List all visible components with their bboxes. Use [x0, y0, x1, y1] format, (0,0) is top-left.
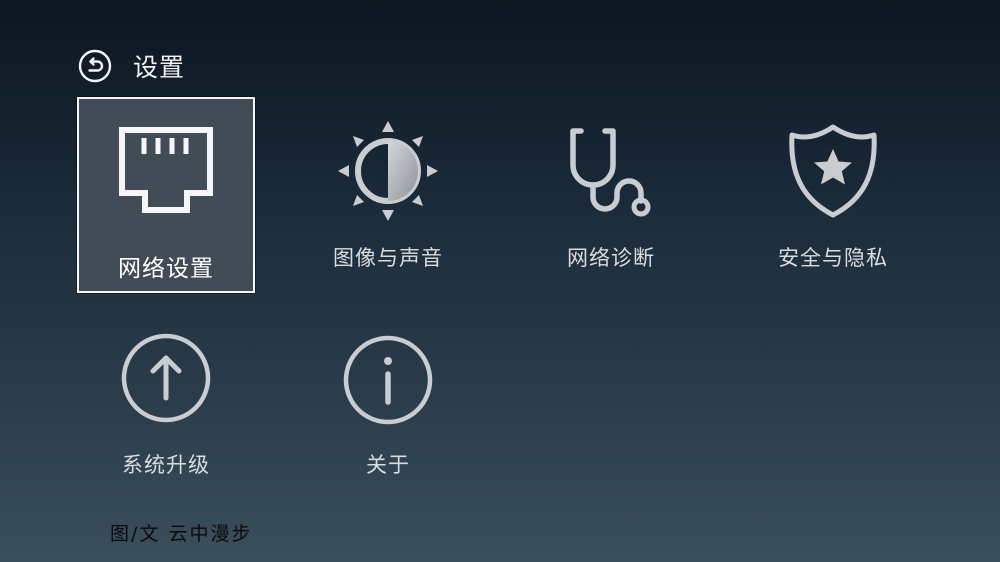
tile-label: 网络诊断 [567, 246, 655, 270]
tile-about[interactable]: 关于 [299, 306, 477, 502]
info-icon [343, 335, 433, 425]
shield-star-icon [789, 124, 877, 218]
header: 设置 [78, 48, 185, 84]
tile-system-upgrade[interactable]: 系统升级 [77, 306, 255, 502]
tile-label: 网络设置 [118, 256, 214, 282]
watermark-caption: 图/文 云中漫步 [110, 523, 253, 545]
upgrade-arrow-icon [121, 333, 211, 423]
tile-label: 图像与声音 [333, 246, 443, 270]
tile-label: 安全与隐私 [778, 246, 888, 270]
tile-label: 关于 [366, 453, 410, 477]
tile-label: 系统升级 [122, 453, 210, 477]
tile-security-privacy[interactable]: 安全与隐私 [744, 97, 922, 293]
page-title: 设置 [133, 53, 186, 82]
brightness-icon [338, 121, 438, 221]
tile-network-diagnosis[interactable]: 网络诊断 [522, 97, 700, 293]
stethoscope-icon [570, 128, 651, 217]
ethernet-port-icon [119, 127, 213, 213]
tile-network-settings[interactable]: 网络设置 [77, 97, 255, 293]
back-arrow-icon [78, 49, 112, 83]
back-button[interactable] [78, 49, 112, 83]
tile-picture-sound[interactable]: 图像与声音 [299, 97, 477, 293]
